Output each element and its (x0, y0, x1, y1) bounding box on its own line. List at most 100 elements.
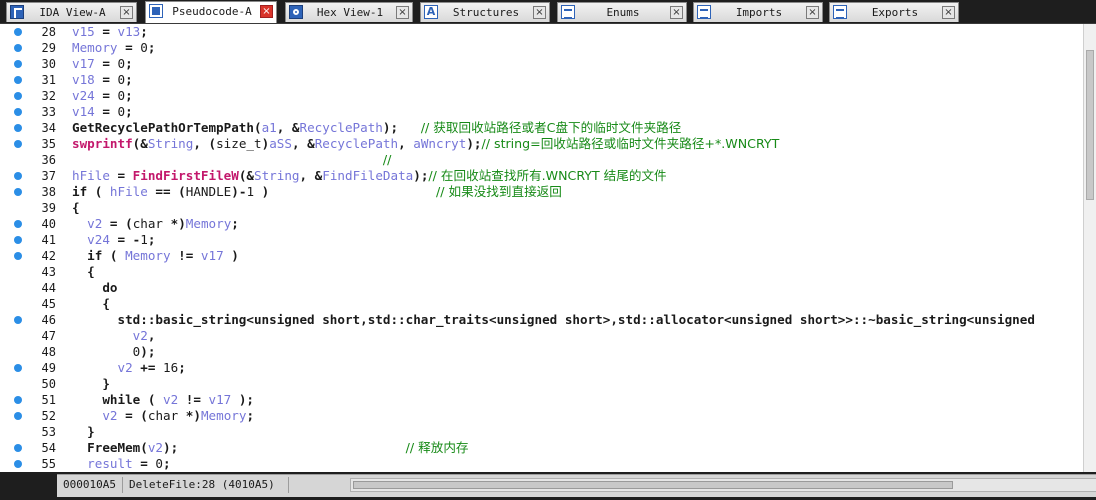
code-line[interactable]: 44 do (0, 280, 1083, 296)
breakpoint-dot-icon[interactable] (14, 124, 22, 132)
code-text[interactable]: v2 = (char *)Memory; (72, 408, 254, 424)
breakpoint-dot-icon[interactable] (14, 76, 22, 84)
tab-structures[interactable]: A Structures × (420, 2, 550, 22)
code-text[interactable]: v17 = 0; (72, 56, 133, 72)
code-text[interactable]: if ( hFile == (HANDLE)-1 ) // 如果没找到直接返回 (72, 184, 562, 200)
code-line[interactable]: 39 { (0, 200, 1083, 216)
pseudocode-view[interactable]: 28 v15 = v13; 29 Memory = 0; 30 v17 = 0; 31 v18… (0, 24, 1083, 472)
code-text[interactable]: { (72, 264, 95, 280)
code-text[interactable]: } (72, 376, 110, 392)
code-text[interactable]: GetRecyclePathOrTempPath(a1, &RecyclePat… (72, 120, 681, 136)
code-line[interactable]: 45 { (0, 296, 1083, 312)
scrollbar-thumb[interactable] (1086, 50, 1094, 200)
breakpoint-dot-icon[interactable] (14, 412, 22, 420)
breakpoint-dot-icon[interactable] (14, 444, 22, 452)
code-line[interactable]: 50 } (0, 376, 1083, 392)
code-line[interactable]: 47 v2, (0, 328, 1083, 344)
scrollbar-thumb[interactable] (353, 481, 953, 489)
code-text[interactable]: 0); (72, 344, 156, 360)
code-text[interactable]: } (72, 424, 95, 440)
breakpoint-dot-icon[interactable] (14, 60, 22, 68)
code-text[interactable]: v14 = 0; (72, 104, 133, 120)
code-line[interactable]: 30 v17 = 0; (0, 56, 1083, 72)
code-text[interactable]: { (72, 296, 110, 312)
breakpoint-dot-icon[interactable] (14, 172, 22, 180)
breakpoint-dot-icon[interactable] (14, 252, 22, 260)
breakpoint-dot-icon[interactable] (14, 316, 22, 324)
code-line[interactable]: 51 while ( v2 != v17 ); (0, 392, 1083, 408)
code-line[interactable]: 33 v14 = 0; (0, 104, 1083, 120)
breakpoint-dot-icon[interactable] (14, 364, 22, 372)
code-text[interactable]: swprintf(&String, (size_t)aSS, &RecycleP… (72, 136, 779, 152)
code-line[interactable]: 42 if ( Memory != v17 ) (0, 248, 1083, 264)
code-text[interactable]: v2 = (char *)Memory; (72, 216, 239, 232)
breakpoint-dot-icon[interactable] (14, 236, 22, 244)
code-line[interactable]: 52 v2 = (char *)Memory; (0, 408, 1083, 424)
code-text[interactable]: hFile = FindFirstFileW(&String, &FindFil… (72, 168, 667, 184)
code-line[interactable]: 54 FreeMem(v2); // 释放内存 (0, 440, 1083, 456)
tab-exports[interactable]: Exports × (829, 2, 959, 22)
breakpoint-dot-icon[interactable] (14, 396, 22, 404)
tab-imports[interactable]: Imports × (693, 2, 823, 22)
close-icon[interactable]: × (120, 6, 133, 19)
code-token: )- (231, 184, 247, 199)
code-line[interactable]: 32 v24 = 0; (0, 88, 1083, 104)
code-text[interactable]: do (72, 280, 117, 296)
breakpoint-dot-icon[interactable] (14, 220, 22, 228)
code-line[interactable]: 38 if ( hFile == (HANDLE)-1 ) // 如果没找到直接返… (0, 184, 1083, 200)
code-text[interactable]: result = 0; (72, 456, 170, 472)
close-icon[interactable]: × (396, 6, 409, 19)
breakpoint-dot-icon[interactable] (14, 92, 22, 100)
code-text[interactable]: Memory = 0; (72, 40, 155, 56)
close-icon[interactable]: × (942, 6, 955, 19)
code-text[interactable]: if ( Memory != v17 ) (72, 248, 239, 264)
code-line[interactable]: 28 v15 = v13; (0, 24, 1083, 40)
code-token: = ( (117, 408, 148, 423)
close-icon[interactable]: × (806, 6, 819, 19)
code-text[interactable]: v24 = 0; (72, 88, 133, 104)
code-line[interactable]: 35 swprintf(&String, (size_t)aSS, &Recycl… (0, 136, 1083, 152)
vertical-scrollbar[interactable] (1083, 24, 1096, 472)
tab-ida-view-a[interactable]: IDA View-A × (6, 2, 137, 22)
close-icon[interactable]: × (670, 6, 683, 19)
code-text[interactable]: // (72, 152, 392, 168)
breakpoint-dot-icon[interactable] (14, 44, 22, 52)
code-line[interactable]: 34 GetRecyclePathOrTempPath(a1, &RecycleP… (0, 120, 1083, 136)
code-line[interactable]: 48 0); (0, 344, 1083, 360)
code-line[interactable]: 41 v24 = -1; (0, 232, 1083, 248)
code-text[interactable]: v15 = v13; (72, 24, 148, 40)
breakpoint-dot-icon[interactable] (14, 28, 22, 36)
code-line[interactable]: 37 hFile = FindFirstFileW(&String, &FindF… (0, 168, 1083, 184)
breakpoint-dot-icon[interactable] (14, 140, 22, 148)
code-text[interactable]: v18 = 0; (72, 72, 133, 88)
tab-pseudocode-a[interactable]: Pseudocode-A × (145, 1, 277, 23)
code-line[interactable]: 55 result = 0; (0, 456, 1083, 472)
code-text[interactable]: v2, (72, 328, 156, 344)
breakpoint-dot-icon[interactable] (14, 108, 22, 116)
code-line[interactable]: 40 v2 = (char *)Memory; (0, 216, 1083, 232)
line-number: 37 (41, 169, 56, 183)
code-line[interactable]: 46 std::basic_string<unsigned short,std:… (0, 312, 1083, 328)
code-line[interactable]: 49 v2 += 16; (0, 360, 1083, 376)
code-text[interactable]: v24 = -1; (72, 232, 155, 248)
code-identifier: v2 (87, 216, 103, 231)
code-line[interactable]: 53 } (0, 424, 1083, 440)
tab-enums[interactable]: Enums × (557, 2, 687, 22)
code-comment: // 在回收站查找所有.WNCRYT 结尾的文件 (428, 168, 667, 183)
code-text[interactable]: std::basic_string<unsigned short,std::ch… (72, 312, 1034, 328)
breakpoint-dot-icon[interactable] (14, 460, 22, 468)
code-text[interactable]: { (72, 200, 80, 216)
code-line[interactable]: 36 // (0, 152, 1083, 168)
horizontal-scrollbar[interactable] (350, 478, 1096, 492)
close-icon[interactable]: × (260, 5, 273, 18)
code-text[interactable]: v2 += 16; (72, 360, 186, 376)
code-line[interactable]: 31 v18 = 0; (0, 72, 1083, 88)
tab-hex-view-1[interactable]: Hex View-1 × (285, 2, 413, 22)
code-text[interactable]: FreeMem(v2); // 释放内存 (72, 440, 468, 456)
code-line[interactable]: 29 Memory = 0; (0, 40, 1083, 56)
code-line[interactable]: 43 { (0, 264, 1083, 280)
breakpoint-dot-icon[interactable] (14, 188, 22, 196)
code-text[interactable]: while ( v2 != v17 ); (72, 392, 254, 408)
close-icon[interactable]: × (533, 6, 546, 19)
